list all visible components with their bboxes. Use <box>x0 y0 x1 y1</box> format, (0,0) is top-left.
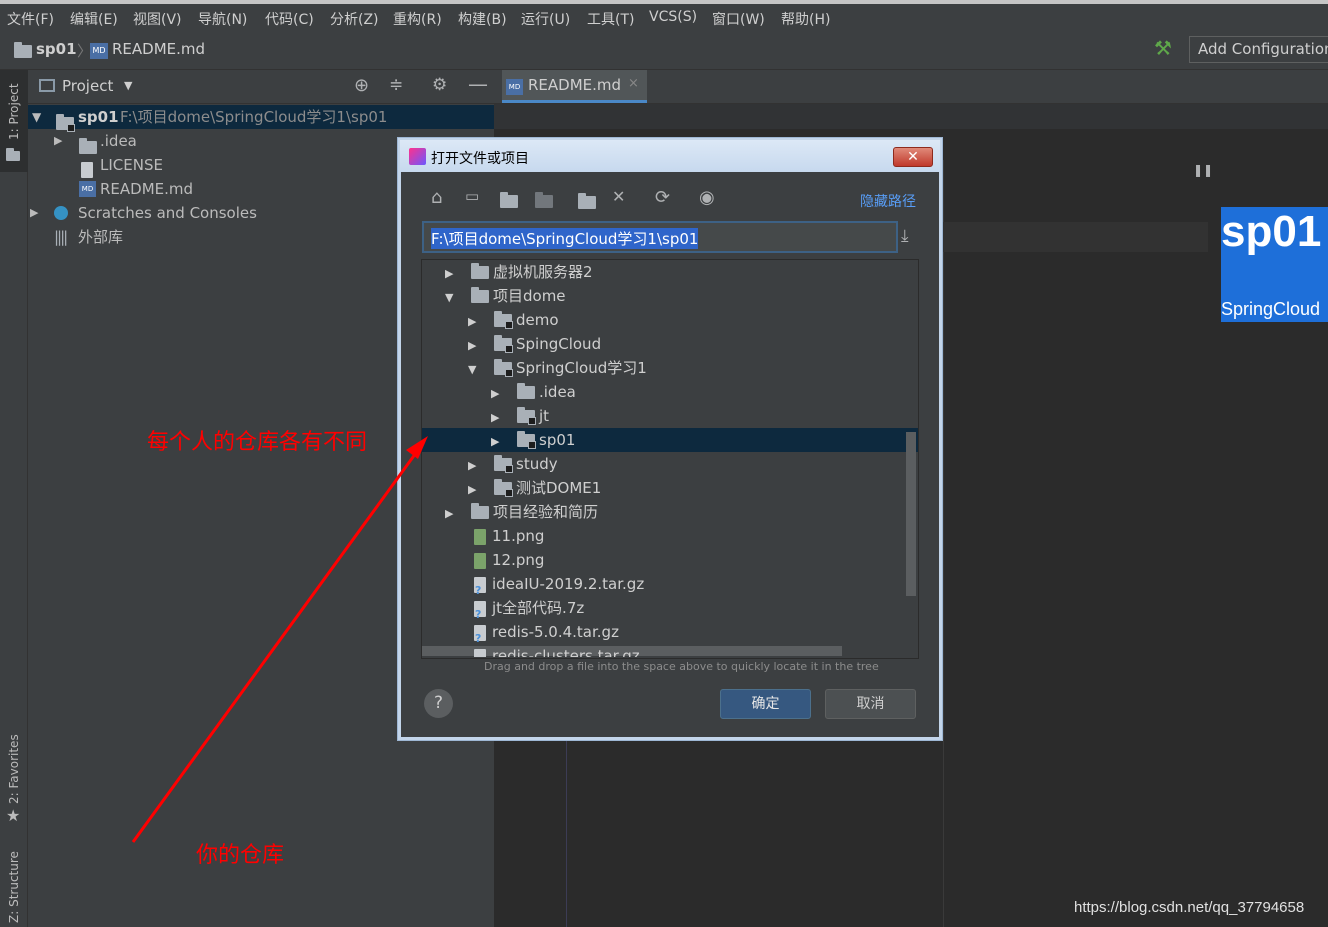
annotation-arrow <box>131 436 428 843</box>
watermark: https://blog.csdn.net/qq_37794658 <box>1074 899 1305 916</box>
